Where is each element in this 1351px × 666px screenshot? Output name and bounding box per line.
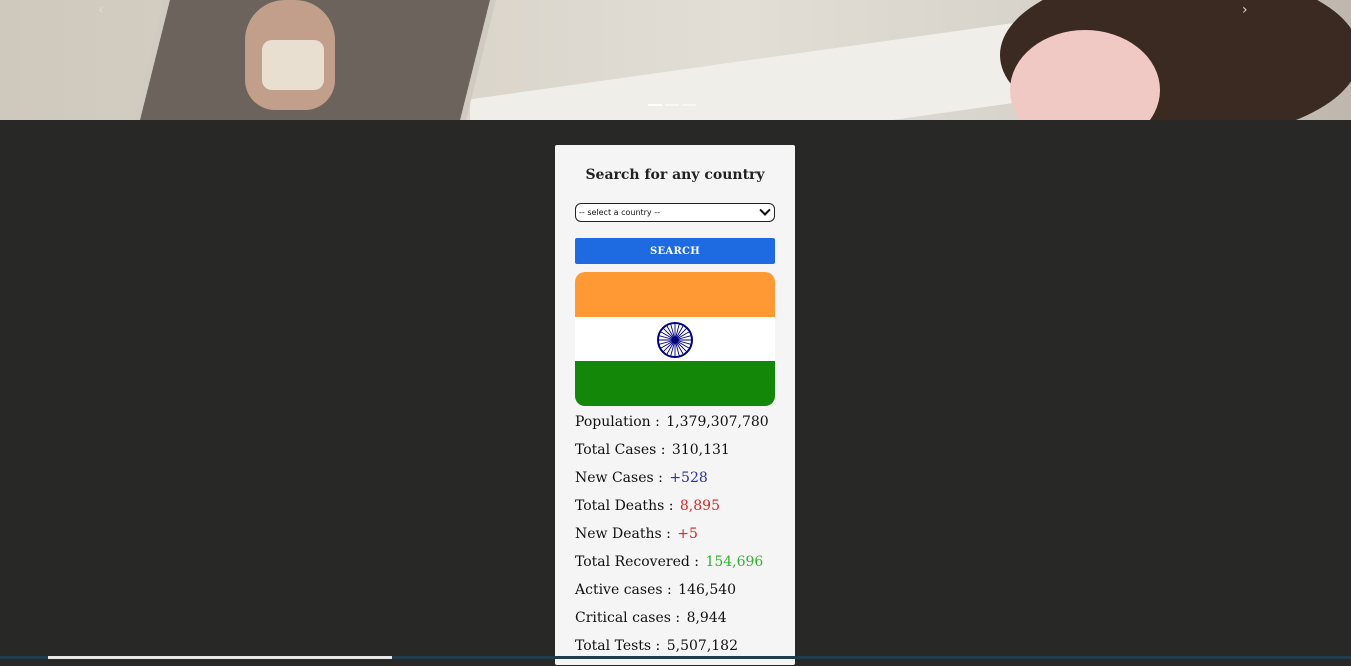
- stat-value: 1,379,307,780: [666, 414, 769, 430]
- carousel-indicator[interactable]: [665, 104, 679, 106]
- stat-value: 8,895: [679, 498, 720, 514]
- hero-image-desk: [470, 20, 1030, 120]
- stat-value: 146,540: [678, 582, 737, 598]
- carousel-indicators: [648, 104, 696, 106]
- carousel-indicator[interactable]: [648, 104, 662, 106]
- stat-population: Population : 1,379,307,780: [575, 414, 775, 442]
- stat-label: Active cases :: [575, 582, 672, 598]
- stat-label: New Deaths :: [575, 526, 671, 542]
- stat-value: 8,944: [686, 610, 727, 626]
- hero-carousel: ‹ ›: [0, 0, 1351, 120]
- stat-total-recovered: Total Recovered : 154,696: [575, 554, 775, 582]
- chevron-down-icon: [759, 204, 771, 216]
- ashoka-chakra-icon: [657, 322, 693, 358]
- stat-total-cases: Total Cases : 310,131: [575, 442, 775, 470]
- stat-value: 310,131: [671, 442, 730, 458]
- stat-label: Population :: [575, 414, 660, 430]
- stat-label: New Cases :: [575, 470, 663, 486]
- hero-image-face-mask: [262, 40, 324, 90]
- flag-saffron-band: [575, 272, 775, 317]
- stat-value: +5: [677, 526, 698, 542]
- stat-critical-cases: Critical cases : 8,944: [575, 610, 775, 638]
- stat-total-deaths: Total Deaths : 8,895: [575, 498, 775, 526]
- stat-total-tests: Total Tests : 5,507,182: [575, 638, 775, 666]
- stat-value: 5,507,182: [666, 638, 738, 654]
- stat-new-cases: New Cases : +528: [575, 470, 775, 498]
- stat-value: 154,696: [705, 554, 764, 570]
- carousel-indicator[interactable]: [682, 104, 696, 106]
- carousel-prev-icon[interactable]: ‹: [98, 2, 104, 18]
- country-search-card: Search for any country -- select a count…: [555, 145, 795, 665]
- stat-active-cases: Active cases : 146,540: [575, 582, 775, 610]
- stat-label: Total Tests :: [575, 638, 661, 654]
- stat-new-deaths: New Deaths : +5: [575, 526, 775, 554]
- search-title: Search for any country: [585, 167, 765, 183]
- stat-label: Total Recovered :: [575, 554, 699, 570]
- flag-green-band: [575, 361, 775, 406]
- stat-label: Total Deaths :: [575, 498, 674, 514]
- country-select-value: -- select a country --: [579, 208, 660, 217]
- country-select[interactable]: -- select a country --: [575, 203, 775, 222]
- stat-label: Critical cases :: [575, 610, 681, 626]
- india-flag: [575, 272, 775, 406]
- search-button[interactable]: SEARCH: [575, 238, 775, 264]
- stat-label: Total Cases :: [575, 442, 666, 458]
- stat-value: +528: [669, 470, 708, 486]
- carousel-next-icon[interactable]: ›: [1242, 2, 1248, 18]
- country-stats: Population : 1,379,307,780 Total Cases :…: [575, 414, 775, 666]
